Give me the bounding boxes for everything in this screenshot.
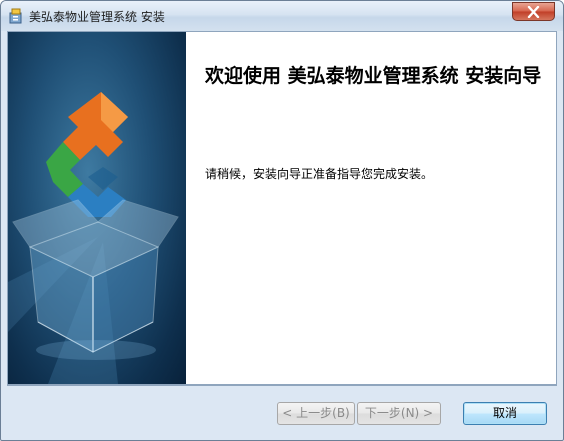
button-bar: < 上一步(B) 下一步(N) > 取消	[7, 385, 557, 435]
cancel-button[interactable]: 取消	[463, 402, 547, 425]
next-button[interactable]: 下一步(N) >	[357, 402, 441, 425]
back-button[interactable]: < 上一步(B)	[277, 402, 355, 425]
close-icon	[527, 6, 540, 18]
page-title: 欢迎使用 美弘泰物业管理系统 安装向导	[205, 65, 542, 87]
window-title: 美弘泰物业管理系统 安装	[29, 10, 165, 24]
close-button[interactable]	[512, 2, 555, 21]
puzzle-box-illustration	[8, 32, 186, 384]
status-message: 请稍候，安装向导正准备指导您完成安装。	[205, 167, 434, 181]
installer-icon	[7, 7, 25, 25]
wizard-content: 欢迎使用 美弘泰物业管理系统 安装向导 请稍候，安装向导正准备指导您完成安装。	[7, 31, 557, 385]
installer-window: 美弘泰物业管理系统 安装 欢迎使用 美弘泰物业管理系统 安装向导 请稍候，安装向…	[0, 0, 564, 441]
divider	[7, 385, 557, 386]
title-bar[interactable]: 美弘泰物业管理系统 安装	[1, 1, 563, 31]
